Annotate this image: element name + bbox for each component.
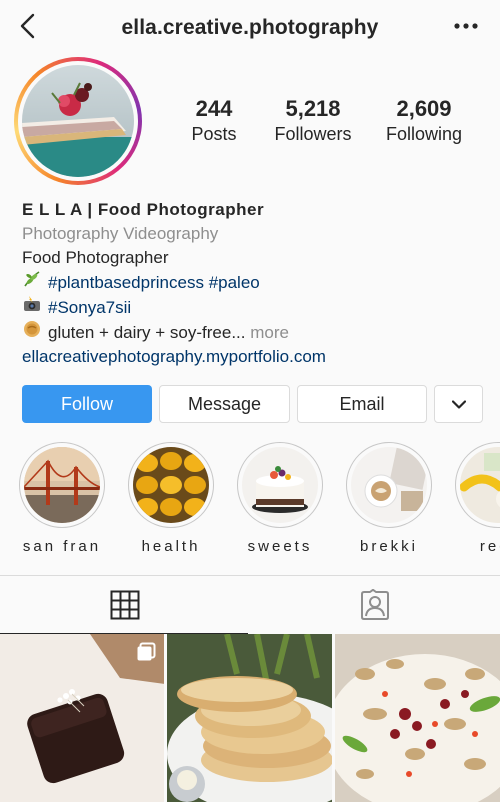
story-highlights: san fran health sweets brekki reci — [0, 442, 500, 562]
profile-actions: Follow Message Email — [22, 385, 483, 423]
tab-posts-grid[interactable] — [0, 576, 250, 634]
message-button[interactable]: Message — [159, 385, 290, 423]
highlight-label: san fran — [22, 538, 102, 555]
avatar-image — [22, 65, 134, 177]
carousel-icon — [137, 642, 156, 661]
profile-tabs — [0, 575, 500, 634]
hashtag-plantbasedprincess[interactable]: #plantbasedprincess — [48, 273, 204, 292]
post-thumbnail[interactable] — [334, 634, 500, 802]
highlight-reci[interactable]: reci — [455, 442, 500, 555]
hashtag-paleo[interactable]: #paleo — [209, 273, 260, 292]
posts-grid — [0, 634, 500, 802]
top-bar: ella.creative.photography — [0, 0, 500, 56]
highlight-label: sweets — [247, 538, 313, 555]
highlight-ring — [346, 442, 432, 528]
highlight-label: health — [141, 538, 201, 555]
profile-username: ella.creative.photography — [121, 16, 379, 39]
highlight-image — [351, 447, 427, 523]
bio-line-3: #Sonya7sii — [22, 295, 482, 320]
highlight-sweets[interactable]: sweets — [237, 442, 323, 555]
highlight-label: brekki — [359, 538, 418, 555]
following-stat[interactable]: 2,609 Following — [368, 96, 480, 145]
email-button[interactable]: Email — [297, 385, 427, 423]
highlight-san-fran[interactable]: san fran — [19, 442, 105, 555]
highlight-image — [242, 447, 318, 523]
bio-name: E L L A | Food Photographer — [22, 200, 265, 219]
highlight-ring — [19, 442, 105, 528]
bio-text: gluten + dairy + soy-free... — [48, 323, 246, 342]
bio-line-4: gluten + dairy + soy-free... more — [22, 320, 482, 345]
followers-count: 5,218 — [285, 96, 341, 121]
bio-website-link[interactable]: ellacreativephotography.myportfolio.com — [22, 345, 482, 369]
grid-icon — [110, 590, 140, 620]
back-chevron-icon[interactable] — [14, 12, 42, 40]
herb-icon — [22, 270, 42, 295]
bio-more-link[interactable]: more — [250, 323, 289, 342]
highlight-image — [24, 447, 100, 523]
more-options-icon[interactable] — [454, 20, 478, 32]
hashtag-sonya7sii[interactable]: #Sonya7sii — [48, 298, 131, 317]
highlight-ring — [128, 442, 214, 528]
avatar-inner — [18, 61, 138, 181]
following-label: Following — [385, 124, 463, 144]
tagged-person-icon — [361, 589, 389, 620]
post-thumbnail[interactable] — [0, 634, 165, 802]
followers-stat[interactable]: 5,218 Followers — [258, 96, 368, 145]
highlight-ring — [455, 442, 500, 528]
pancake-icon — [22, 320, 42, 345]
bio-line-2: #plantbasedprincess #paleo — [22, 270, 482, 295]
posts-count: 244 — [195, 96, 233, 121]
chevron-down-icon — [451, 399, 466, 409]
highlight-image — [460, 447, 500, 523]
follow-button[interactable]: Follow — [22, 385, 152, 423]
post-thumbnail[interactable] — [167, 634, 332, 802]
highlight-label: reci — [479, 538, 500, 555]
bio-category: Photography Videography — [22, 224, 219, 243]
highlight-ring — [237, 442, 323, 528]
bio-line-1: Food Photographer — [22, 248, 169, 267]
profile-stats: 244 Posts 5,218 Followers 2,609 Followin… — [170, 96, 480, 145]
tab-tagged[interactable] — [250, 576, 500, 634]
profile-bio: E L L A | Food Photographer Photography … — [22, 198, 482, 369]
highlight-health[interactable]: health — [128, 442, 214, 555]
posts-stat[interactable]: 244 Posts — [170, 96, 258, 145]
camera-flash-icon — [22, 295, 42, 320]
suggested-dropdown-button[interactable] — [434, 385, 483, 423]
profile-avatar[interactable] — [14, 57, 142, 185]
highlight-brekki[interactable]: brekki — [346, 442, 432, 555]
posts-label: Posts — [191, 124, 237, 144]
highlight-image — [133, 447, 209, 523]
followers-label: Followers — [274, 124, 352, 144]
following-count: 2,609 — [396, 96, 452, 121]
